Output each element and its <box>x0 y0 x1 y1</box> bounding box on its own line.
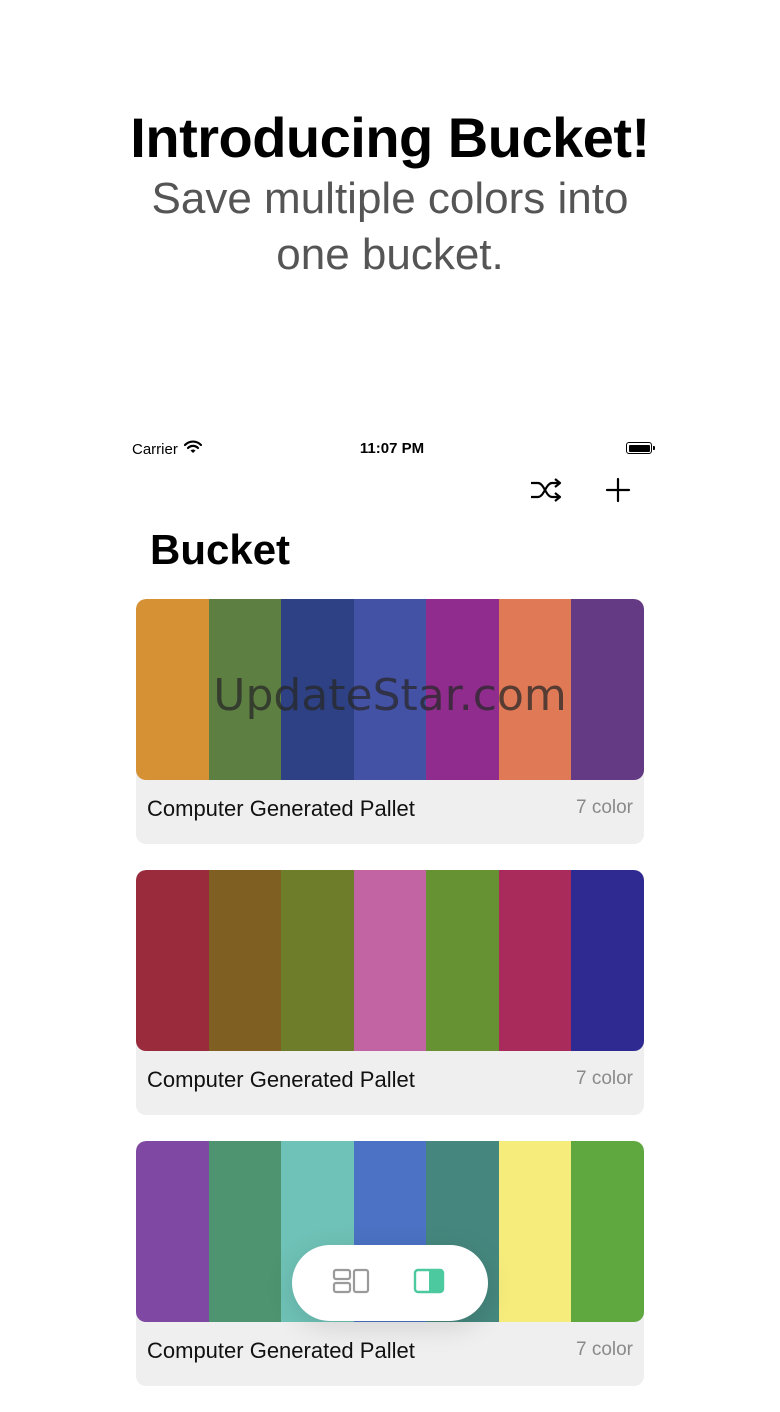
status-right <box>626 442 655 454</box>
bucket-name: Computer Generated Pallet <box>147 1067 415 1092</box>
hero-subtitle: Save multiple colors into one bucket. <box>151 174 629 279</box>
view-switcher <box>292 1245 488 1321</box>
toolbar <box>520 474 650 510</box>
status-time: 11:07 PM <box>359 440 425 457</box>
color-swatch <box>426 599 499 780</box>
color-swatch <box>281 870 354 1051</box>
bucket-footer: Computer Generated Pallet 7 color <box>136 1322 644 1386</box>
bucket-color-count: 7 color <box>575 797 633 818</box>
page-title: Bucket <box>150 526 291 573</box>
shuffle-button[interactable] <box>526 474 566 510</box>
bucket-color-count: 7 color <box>575 1068 633 1089</box>
color-swatch <box>208 599 282 780</box>
color-swatch <box>571 870 644 1051</box>
color-swatch <box>571 599 644 780</box>
shuffle-icon <box>529 476 563 509</box>
status-bar: Carrier 11:07 PM <box>132 436 655 464</box>
color-swatch <box>498 599 572 780</box>
color-swatch <box>571 1141 644 1322</box>
color-swatch <box>426 870 499 1051</box>
color-swatch <box>281 599 354 780</box>
hero: Introducing Bucket! Save multiple colors… <box>0 105 780 283</box>
color-swatch <box>353 870 427 1051</box>
bucket-footer: Computer Generated Pallet 7 color <box>136 1051 644 1115</box>
color-swatch <box>498 870 572 1051</box>
grid-view-button[interactable] <box>329 1265 373 1301</box>
plus-icon <box>605 477 631 508</box>
color-swatches <box>136 599 644 780</box>
battery-icon <box>626 442 655 454</box>
list-view-icon <box>413 1268 445 1299</box>
list-view-button[interactable] <box>407 1265 451 1301</box>
color-swatch <box>136 599 209 780</box>
color-swatch <box>353 599 427 780</box>
bucket-name: Computer Generated Pallet <box>147 796 415 821</box>
bucket-footer: Computer Generated Pallet 7 color <box>136 780 644 844</box>
color-swatch <box>136 870 209 1051</box>
color-swatches <box>136 870 644 1051</box>
color-swatch <box>136 1141 209 1322</box>
color-swatch <box>208 1141 282 1322</box>
bucket-card[interactable]: Computer Generated Pallet 7 color <box>136 870 644 1115</box>
color-swatch <box>208 870 282 1051</box>
hero-title: Introducing Bucket! <box>130 106 650 169</box>
color-swatch <box>498 1141 572 1322</box>
grid-view-icon <box>332 1268 370 1299</box>
bucket-color-count: 7 color <box>575 1339 633 1360</box>
bucket-name: Computer Generated Pallet <box>147 1338 415 1363</box>
bucket-card[interactable]: Computer Generated Pallet 7 color <box>136 599 644 844</box>
add-bucket-button[interactable] <box>598 474 638 510</box>
